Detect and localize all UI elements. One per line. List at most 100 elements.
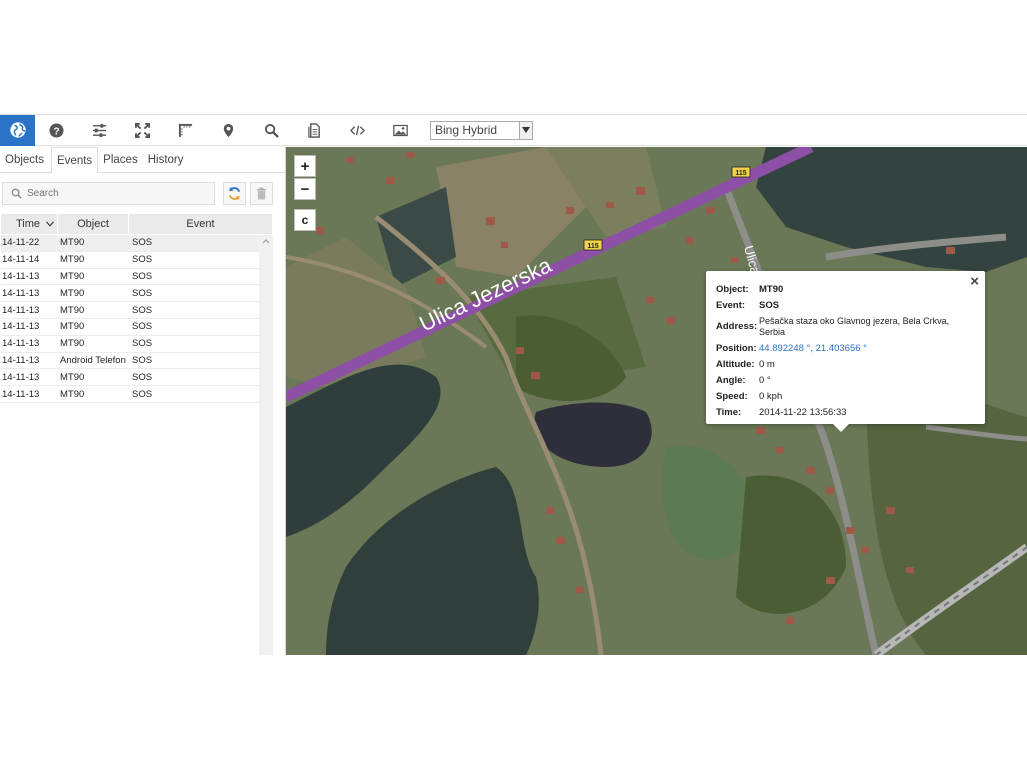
scrollbar[interactable]: [259, 235, 273, 655]
object-label: Object:: [716, 283, 749, 295]
app-window: ? Bing Hybrid Objects Events Places Hist…: [0, 114, 1027, 655]
event-popup: × Object: MT90 Event: SOS Address: Pešačka …: [706, 271, 985, 432]
globe-icon: [9, 122, 26, 138]
search-input[interactable]: [27, 188, 207, 199]
center-button[interactable]: c: [294, 209, 316, 231]
speed-label: Speed:: [716, 390, 748, 402]
code-button[interactable]: [336, 115, 379, 146]
row-object: MT90: [60, 287, 85, 299]
fullscreen-icon: [135, 122, 150, 138]
row-object: MT90: [60, 321, 85, 333]
search-box[interactable]: [2, 182, 215, 205]
table-row[interactable]: 14-11-22 MT90 SOS: [1, 235, 259, 252]
image-button[interactable]: [379, 115, 422, 146]
address-label: Address:: [716, 321, 758, 332]
row-object: MT90: [60, 237, 85, 249]
code-icon: [350, 125, 365, 135]
row-object: MT90: [60, 254, 85, 266]
row-time: 14-11-14: [2, 254, 40, 266]
column-time[interactable]: Time: [1, 214, 58, 234]
row-event: SOS: [132, 388, 153, 400]
panel-tabs: Objects Events Places History: [0, 147, 285, 174]
column-object[interactable]: Object: [58, 214, 129, 234]
row-time: 14-11-22: [2, 237, 40, 249]
row-event: SOS: [132, 354, 153, 366]
time-value: 2014-11-22 13:56:33: [759, 406, 847, 418]
delete-button[interactable]: [250, 182, 273, 205]
table-row[interactable]: 14-11-13 MT90 SOS: [1, 369, 259, 387]
table-row[interactable]: 14-11-13 MT90 SOS: [1, 285, 259, 303]
search-button[interactable]: [250, 115, 293, 146]
settings-button[interactable]: [78, 115, 121, 146]
angle-label: Angle:: [716, 374, 746, 386]
position-label: Position:: [716, 342, 757, 354]
row-time: 14-11-13: [2, 287, 40, 299]
marker-button[interactable]: [207, 115, 250, 146]
table-row[interactable]: 14-11-13 MT90 SOS: [1, 302, 259, 319]
scroll-up-icon: [262, 239, 270, 244]
globe-button[interactable]: [0, 114, 35, 146]
position-link[interactable]: 44.892248 °, 21.403656 °: [759, 343, 867, 354]
tab-history[interactable]: History: [143, 147, 189, 173]
ruler-button[interactable]: [164, 115, 207, 146]
row-object: MT90: [60, 388, 85, 400]
events-table-header: Time Object Event: [1, 214, 272, 234]
events-table-body: 14-11-22 MT90 SOS 14-11-14 MT90 SOS 14-11-13 MT…: [1, 235, 259, 403]
map-marker-icon: [223, 123, 234, 137]
row-event: SOS: [132, 270, 153, 282]
refresh-button[interactable]: [223, 182, 246, 205]
row-event: SOS: [132, 371, 153, 383]
refresh-icon: [228, 186, 241, 201]
row-time: 14-11-13: [2, 321, 40, 333]
time-label: Time:: [716, 406, 742, 418]
row-event: SOS: [132, 237, 153, 249]
zoom-in-button[interactable]: +: [294, 155, 316, 177]
event-label: Event:: [716, 299, 746, 311]
report-button[interactable]: [293, 115, 336, 146]
route-shield-1-label: 115: [735, 170, 746, 177]
tab-events[interactable]: Events: [51, 147, 99, 174]
row-time: 14-11-13: [2, 338, 40, 350]
table-row[interactable]: 14-11-14 MT90 SOS: [1, 252, 259, 269]
row-time: 14-11-13: [2, 270, 40, 282]
route-shield-2: 115: [583, 239, 603, 251]
map-type-select[interactable]: Bing Hybrid: [430, 120, 533, 140]
tab-places[interactable]: Places: [98, 147, 143, 173]
table-row[interactable]: 14-11-13 Android Telefon SOS: [1, 353, 259, 370]
tab-objects[interactable]: Objects: [0, 147, 49, 173]
toolbar: ? Bing Hybrid: [0, 114, 1027, 146]
search-row: [0, 182, 286, 206]
settings-sliders-icon: [92, 123, 107, 137]
document-icon: [308, 122, 320, 138]
sort-down-icon: [46, 221, 55, 227]
help-button[interactable]: ?: [35, 115, 78, 146]
row-object: MT90: [60, 371, 85, 383]
altitude-label: Altitude:: [716, 358, 755, 370]
table-row[interactable]: 14-11-13 MT90 SOS: [1, 269, 259, 286]
table-row[interactable]: 14-11-13 MT90 SOS: [1, 319, 259, 336]
route-shield-1: 115: [731, 166, 751, 178]
table-row[interactable]: 14-11-13 MT90 SOS: [1, 386, 259, 403]
row-time: 14-11-13: [2, 354, 40, 366]
row-object: MT90: [60, 304, 85, 316]
row-event: SOS: [132, 287, 153, 299]
fullscreen-button[interactable]: [121, 115, 164, 146]
row-event: SOS: [132, 304, 153, 316]
close-icon[interactable]: ×: [970, 273, 979, 290]
help-icon: ?: [49, 122, 64, 138]
altitude-value: 0 m: [759, 358, 775, 370]
image-icon: [393, 124, 408, 136]
search-icon: [11, 188, 22, 199]
column-event[interactable]: Event: [129, 214, 272, 234]
table-row[interactable]: 14-11-13 MT90 SOS: [1, 336, 259, 353]
ruler-icon: [178, 123, 193, 137]
left-panel: Objects Events Places History Time Objec…: [0, 147, 286, 655]
row-object: MT90: [60, 270, 85, 282]
popup-pointer: [833, 424, 849, 432]
row-time: 14-11-13: [2, 371, 40, 383]
row-time: 14-11-13: [2, 304, 40, 316]
zoom-out-button[interactable]: −: [294, 178, 316, 200]
row-object: MT90: [60, 338, 85, 350]
chevron-down-icon: [519, 121, 532, 139]
map-view[interactable]: 115 115 Ulica Jezerska Ulica + − c × Obj…: [286, 147, 1027, 655]
